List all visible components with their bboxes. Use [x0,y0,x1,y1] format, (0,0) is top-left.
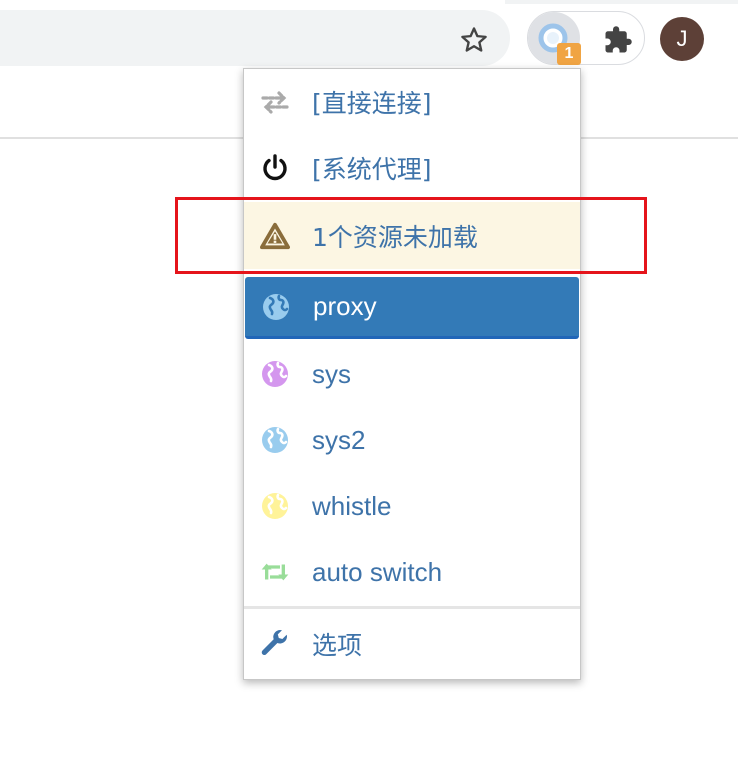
tab-strip-edge [505,0,738,4]
retweet-icon [260,557,290,587]
menu-item-profile-sys[interactable]: sys [244,341,580,407]
menu-item-options[interactable]: 选项 [244,611,580,677]
globe-icon [260,359,290,389]
warning-triangle-icon [260,221,290,251]
extensions-puzzle-icon[interactable] [600,22,636,58]
menu-item-system-proxy[interactable]: [系统代理] [244,135,580,201]
menu-item-label: sys2 [312,424,366,455]
globe-icon [260,491,290,521]
direct-arrows-icon [260,87,290,117]
menu-item-profile-sys2[interactable]: sys2 [244,407,580,473]
extension-badge: 1 [557,43,581,65]
globe-icon [260,425,290,455]
menu-item-label: whistle [312,490,392,521]
menu-item-profile-whistle[interactable]: whistle [244,473,580,539]
menu-item-label: proxy [313,291,377,321]
menu-item-label: sys [312,358,351,389]
menu-item-label: [系统代理] [312,155,432,184]
menu-item-label: [直接连接] [312,89,432,118]
address-bar[interactable] [0,10,510,66]
menu-item-resource-warning[interactable]: 1个资源未加载 [244,202,580,269]
bookmark-star-icon[interactable] [456,22,492,58]
profile-avatar[interactable]: J [660,17,704,61]
wrench-icon [260,629,290,659]
menu-divider [244,606,580,609]
menu-item-label: 选项 [312,631,363,660]
globe-icon [261,292,291,322]
proxy-switch-popup: [直接连接] [系统代理] 1个资源未加载 proxy sys sys2 whi… [243,68,581,680]
menu-item-profile-auto-switch[interactable]: auto switch [244,539,580,605]
menu-item-direct[interactable]: [直接连接] [244,69,580,135]
menu-item-label: 1个资源未加载 [312,222,478,252]
power-icon [260,153,290,183]
menu-item-label: auto switch [312,556,443,587]
menu-item-profile-proxy[interactable]: proxy [245,277,579,339]
